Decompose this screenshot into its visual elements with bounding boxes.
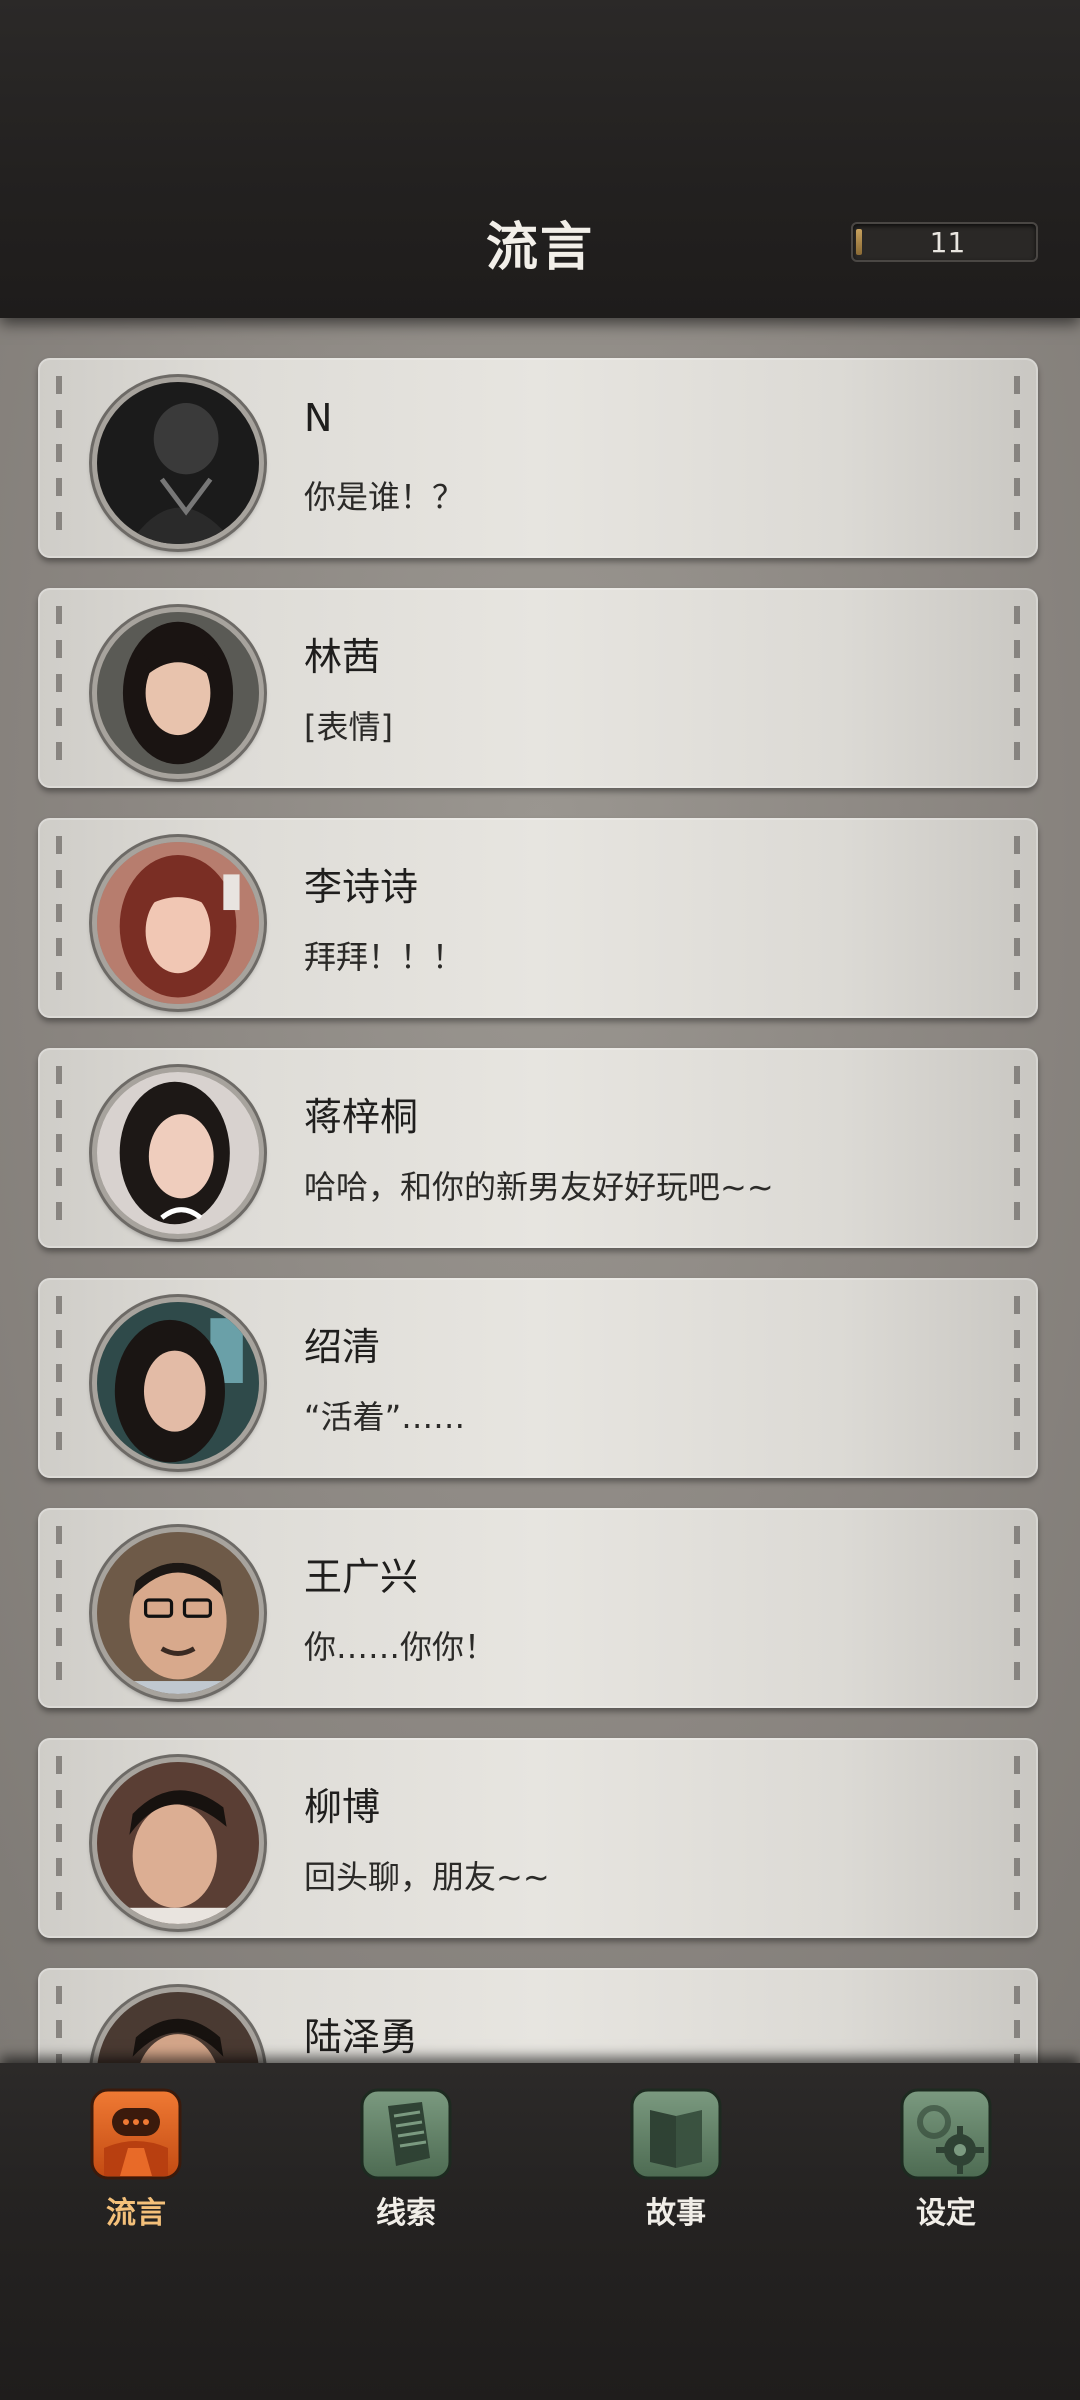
contact-name: 王广兴 <box>304 1555 419 1599</box>
tab-clues[interactable]: 线索 <box>336 2088 476 2238</box>
message-item-li-shishi[interactable]: 李诗诗 拜拜！！！ <box>38 818 1038 1018</box>
message-item-wang-guangxing[interactable]: 王广兴 你……你你！ <box>38 1508 1038 1708</box>
message-item-liu-bo[interactable]: 柳博 回头聊，朋友~~ <box>38 1738 1038 1938</box>
tab-label: 线索 <box>376 2196 436 2231</box>
message-item-lu-zeyong[interactable]: 陆泽勇 <box>38 1968 1038 2063</box>
message-list[interactable]: N 你是谁！？ 林茜 [表情] 李诗诗 拜拜！！！ 蒋梓桐 哈哈，和你的新男友好… <box>0 318 1080 2063</box>
top-bar: 流言 11 <box>0 0 1080 318</box>
avatar <box>92 1297 264 1469</box>
contact-name: 蒋梓桐 <box>304 1095 419 1139</box>
tab-label: 故事 <box>646 2196 706 2231</box>
message-item-n[interactable]: N 你是谁！？ <box>38 358 1038 558</box>
avatar <box>92 1987 264 2063</box>
message-preview: 拜拜！！！ <box>304 938 465 976</box>
tab-rumors[interactable]: 流言 <box>66 2088 206 2238</box>
tab-label: 设定 <box>916 2196 976 2231</box>
bottom-nav: 流言 线索 故事 设定 <box>0 2063 1080 2400</box>
tab-label: 流言 <box>106 2196 166 2231</box>
message-preview: 你是谁！？ <box>304 478 465 516</box>
message-item-lin-xi[interactable]: 林茜 [表情] <box>38 588 1038 788</box>
message-preview: “活着”…… <box>304 1398 466 1436</box>
avatar <box>92 1527 264 1699</box>
avatar <box>92 607 264 779</box>
counter-value: 11 <box>929 226 966 259</box>
message-item-shao-qing[interactable]: 绍清 “活着”…… <box>38 1278 1038 1478</box>
book-icon <box>630 2088 722 2180</box>
contact-name: 绍清 <box>304 1325 381 1369</box>
message-preview: 你……你你！ <box>304 1628 497 1666</box>
avatar <box>92 1757 264 1929</box>
contact-name: 李诗诗 <box>304 865 419 909</box>
contact-name: 林茜 <box>304 635 381 679</box>
paper-note-icon <box>360 2088 452 2180</box>
message-item-jiang-zitong[interactable]: 蒋梓桐 哈哈，和你的新男友好好玩吧~~ <box>38 1048 1038 1248</box>
counter-badge: 11 <box>851 222 1038 262</box>
tab-story[interactable]: 故事 <box>606 2088 746 2238</box>
message-preview: 哈哈，和你的新男友好好玩吧~~ <box>304 1168 774 1206</box>
avatar <box>92 377 264 549</box>
tab-settings[interactable]: 设定 <box>876 2088 1016 2238</box>
message-preview: 回头聊，朋友~~ <box>304 1858 550 1896</box>
contact-name: 陆泽勇 <box>304 2015 419 2059</box>
avatar <box>92 837 264 1009</box>
contact-name: N <box>304 396 333 440</box>
contact-name: 柳博 <box>304 1785 381 1829</box>
gear-icon <box>900 2088 992 2180</box>
counter-fill <box>856 229 862 255</box>
message-preview: [表情] <box>304 708 393 746</box>
chat-bubble-icon <box>90 2088 182 2180</box>
avatar <box>92 1067 264 1239</box>
